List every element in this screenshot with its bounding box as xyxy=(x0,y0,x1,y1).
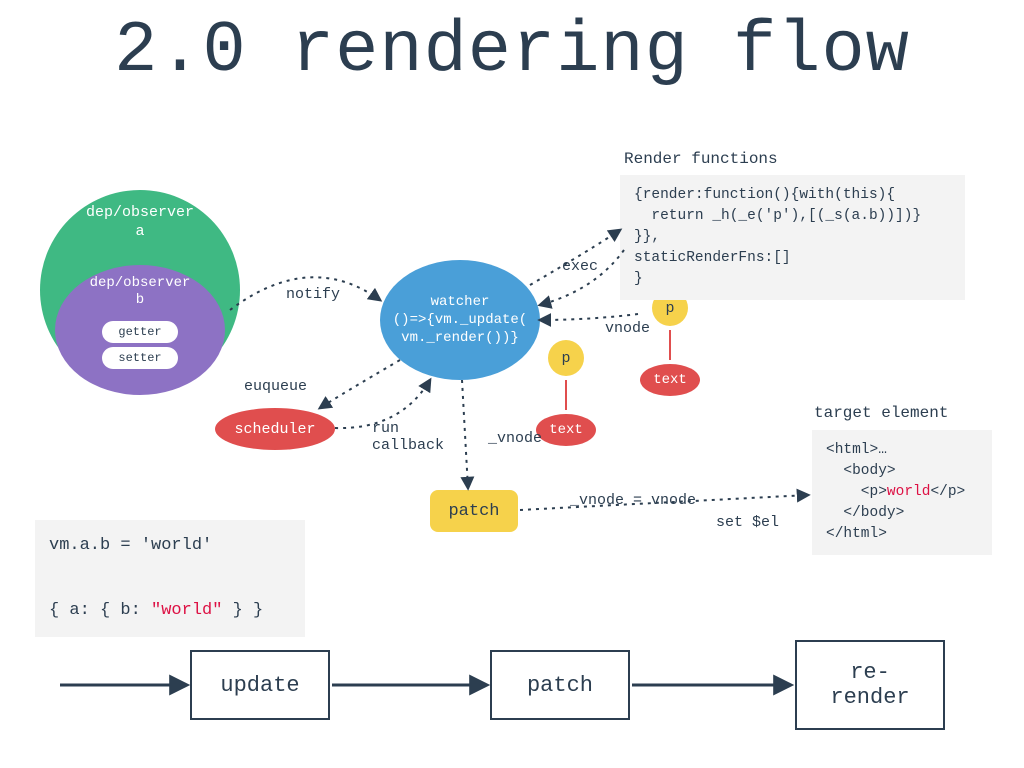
flow-update: update xyxy=(190,650,330,720)
state-line2-post: } } xyxy=(222,601,263,620)
vnode-tree-right: p text xyxy=(625,290,715,396)
vnode-caption-right: vnode xyxy=(605,320,650,337)
state-code: vm.a.b = 'world' { a: { b: "world" } } xyxy=(35,520,305,637)
observer-b-label: dep/observerb xyxy=(55,275,225,309)
render-functions-code: {render:function(){with(this){ return _h… xyxy=(620,175,965,300)
vnode-p-left: p xyxy=(548,340,584,376)
setter-pill: setter xyxy=(102,347,178,369)
label-set-el: set $el xyxy=(716,514,779,531)
observer-b-circle: dep/observerb getter setter xyxy=(55,265,225,395)
state-line1: vm.a.b = 'world' xyxy=(49,536,212,555)
flow-rerender: re-render xyxy=(795,640,945,730)
vnode-text-right: text xyxy=(640,364,700,396)
label-run-callback: runcallback xyxy=(372,420,444,454)
label-vnode-eq: _vnode = vnode xyxy=(570,492,696,509)
target-element-code: <html>… <body> <p>world</p> </body></htm… xyxy=(812,430,992,555)
target-element-label: target element xyxy=(814,404,948,422)
label-euqueue: euqueue xyxy=(244,378,307,395)
getter-pill: getter xyxy=(102,321,178,343)
watcher-node: watcher()=>{vm._update(vm._render())} xyxy=(380,260,540,380)
state-line2-pre: { a: { b: xyxy=(49,601,151,620)
render-functions-label: Render functions xyxy=(624,150,778,168)
observer-a-label: dep/observera xyxy=(40,204,240,242)
target-highlight: world xyxy=(887,484,931,500)
patch-node: patch xyxy=(430,490,518,532)
vnode-caption-left: _vnode xyxy=(488,430,542,447)
state-line2-val: "world" xyxy=(151,601,222,620)
vnode-link-left xyxy=(565,380,567,410)
page-title: 2.0 rendering flow xyxy=(0,10,1024,92)
scheduler-node: scheduler xyxy=(215,408,335,450)
vnode-text-left: text xyxy=(536,414,596,446)
flow-patch: patch xyxy=(490,650,630,720)
label-notify: notify xyxy=(286,286,340,303)
label-exec: exec xyxy=(562,258,598,275)
target-pre: <html>… <body> <p> xyxy=(826,442,896,500)
vnode-link-right xyxy=(669,330,671,360)
